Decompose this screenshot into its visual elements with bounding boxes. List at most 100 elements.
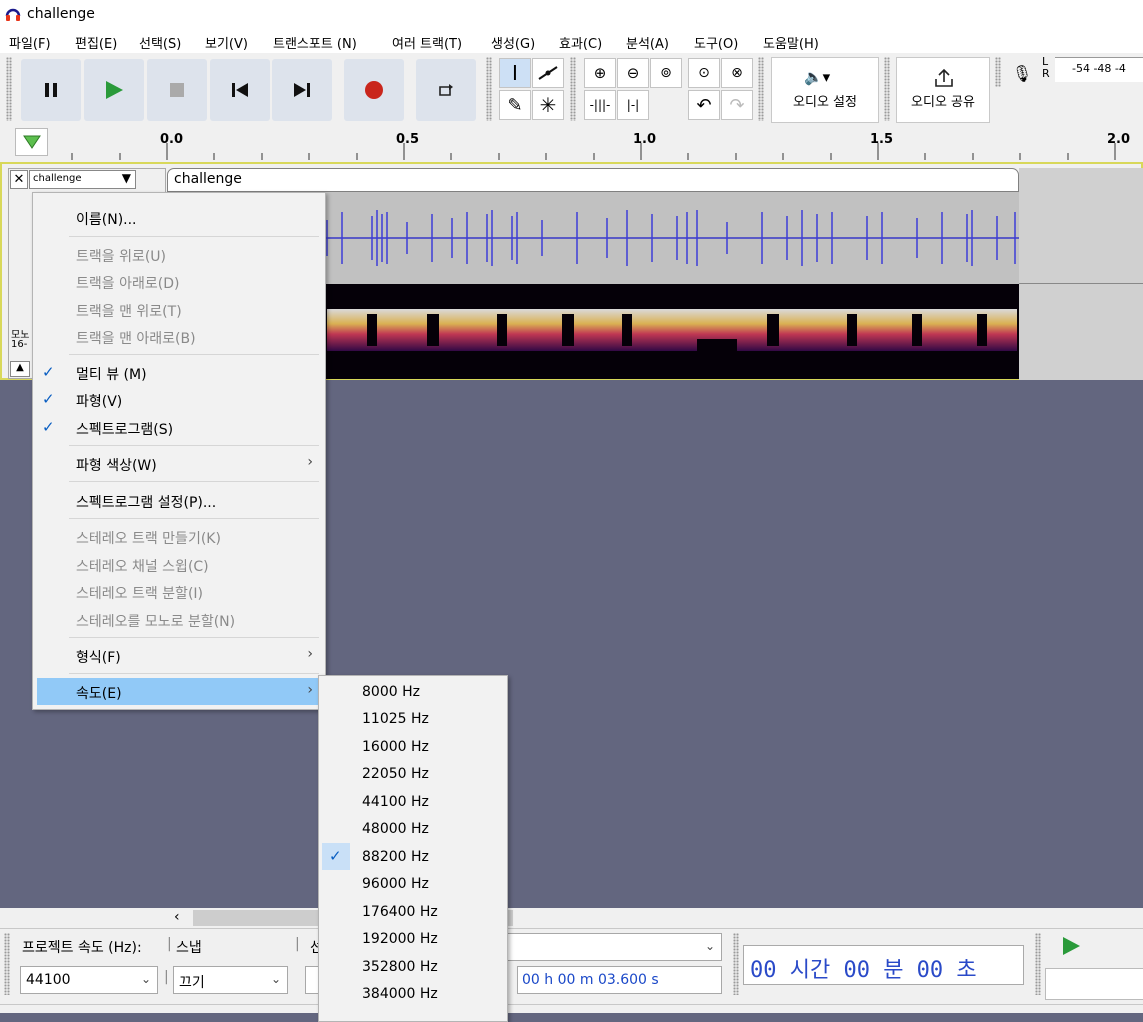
rate-option[interactable]: 48000 Hz [319,815,507,842]
menu-item-format[interactable]: 형식(F) › [33,642,325,669]
envelope-icon [538,66,558,80]
menu-item-label: 스테레오를 모노로 분할(N) [76,614,236,630]
record-button[interactable] [344,59,404,121]
menu-file[interactable]: 파일(F) [9,33,51,52]
selection-tool-button[interactable]: Ⅰ [499,58,531,88]
menu-item-multi-view[interactable]: ✓ 멀티 뷰 (M) [33,359,325,386]
menu-generate[interactable]: 생성(G) [491,33,535,52]
menu-item-split-stereo[interactable]: 스테레오 트랙 분할(I) [33,578,325,605]
zoom-out-button[interactable]: ⊖ [617,58,649,88]
project-rate-select[interactable]: 44100 ⌄ [20,966,158,994]
menu-item-make-stereo[interactable]: 스테레오 트랙 만들기(K) [33,523,325,550]
snap-label: 스냅 [176,940,202,956]
undo-button[interactable]: ↶ [688,90,720,120]
playback-speed-slider[interactable] [1045,968,1143,1000]
redo-button[interactable]: ↷ [721,90,753,120]
menu-effect[interactable]: 효과(C) [559,33,602,52]
toolbar-grip[interactable] [995,57,1001,87]
stop-button[interactable] [147,59,207,121]
menu-item-label: 스테레오 채널 스윕(C) [76,559,209,575]
record-meter-button[interactable]: 🎙 [1007,58,1037,88]
menu-item-label: 트랙을 맨 아래로(B) [76,331,196,347]
silence-selection-button[interactable]: |-| [617,90,649,120]
menu-item-rate[interactable]: 속도(E) › [37,678,321,705]
clip-title-bar[interactable]: challenge [167,168,1019,192]
chevron-down-icon: ⌄ [270,972,281,986]
record-meter[interactable]: -54 -48 -4 [1055,57,1143,82]
snap-select[interactable]: 끄기 ⌄ [173,966,288,994]
rate-option[interactable]: 96000 Hz [319,870,507,897]
pause-button[interactable] [21,59,81,121]
scroll-left-icon[interactable]: ‹ [174,909,180,925]
selection-mode-select[interactable]: ⌄ [505,933,722,961]
rate-option[interactable]: 16000 Hz [319,733,507,760]
menu-item-name[interactable]: 이름(N)... [33,204,325,231]
toolbar-grip[interactable] [570,57,576,121]
skip-to-end-button[interactable] [272,59,332,121]
track-menu-button[interactable]: challenge ▼ [29,170,136,189]
time-display-value: 00 시간 00 분 00 초 [750,958,977,983]
selection-end-field[interactable]: 00 h 00 m 03.600 s [517,966,722,994]
share-audio-button[interactable]: 오디오 공유 [896,57,990,123]
menu-select[interactable]: 선택(S) [139,33,181,52]
menu-item-wave-color[interactable]: 파형 색상(W) › [33,450,325,477]
menu-item-waveform[interactable]: ✓ 파형(V) [33,386,325,413]
selection-start-field[interactable] [305,966,319,994]
rate-option[interactable]: 176400 Hz [319,898,507,925]
horizontal-scrollbar[interactable]: ‹ [0,908,1143,928]
menu-item-spectrogram[interactable]: ✓ 스펙트로그램(S) [33,414,325,441]
menu-item-split-stereo-mono[interactable]: 스테레오를 모노로 분할(N) [33,606,325,633]
skip-to-start-button[interactable] [210,59,270,121]
time-display[interactable]: 00 시간 00 분 00 초 [743,945,1024,985]
menu-tracks[interactable]: 여러 트랙(T) [392,33,462,52]
menu-item-move-top[interactable]: 트랙을 맨 위로(T) [33,296,325,323]
menu-item-move-down[interactable]: 트랙을 아래로(D) [33,268,325,295]
play-button[interactable] [84,59,144,121]
toolbar-grip[interactable] [733,933,739,995]
menu-item-swap-channels[interactable]: 스테레오 채널 스윕(C) [33,551,325,578]
rate-option[interactable]: 8000 Hz [319,678,507,705]
multi-tool-button[interactable]: ✳ [532,90,564,120]
rate-option[interactable]: 22050 Hz [319,760,507,787]
zoom-in-button[interactable]: ⊕ [584,58,616,88]
menu-item-spectrogram-settings[interactable]: 스펙트로그램 설정(P)... [33,487,325,514]
rate-option[interactable]: 384000 Hz [319,980,507,1007]
rate-option-selected[interactable]: ✓ 88200 Hz [319,843,507,870]
menu-item-move-bottom[interactable]: 트랙을 맨 아래로(B) [33,323,325,350]
timeline-ruler[interactable]: 0.0 0.5 1.0 1.5 2.0 [0,125,1143,160]
rate-option[interactable]: 192000 Hz [319,925,507,952]
menu-transport[interactable]: 트랜스포트 (N) [273,33,357,52]
menu-analyze[interactable]: 분석(A) [626,33,669,52]
fit-selection-button[interactable]: ⊚ [650,58,682,88]
close-track-button[interactable]: ✕ [10,170,28,189]
draw-tool-button[interactable]: ✎ [499,90,531,120]
envelope-tool-button[interactable] [532,58,564,88]
play-at-speed-button[interactable] [1060,935,1090,961]
cursor-i-beam-icon: Ⅰ [512,61,518,85]
toolbar-grip[interactable] [4,933,10,995]
toolbar-grip[interactable] [6,57,12,121]
menu-edit[interactable]: 편집(E) [75,33,117,52]
trim-icon: -|||- [589,98,611,112]
menu-help[interactable]: 도움말(H) [763,33,819,52]
title-bar: challenge [0,0,1143,29]
loop-button[interactable] [416,59,476,121]
rate-option[interactable]: 44100 Hz [319,788,507,815]
zoom-toggle-button[interactable]: ⊗ [721,58,753,88]
audio-setup-button[interactable]: 🔈▾ 오디오 설정 [771,57,879,123]
toolbar-grip[interactable] [486,57,492,121]
menu-item-move-up[interactable]: 트랙을 위로(U) [33,241,325,268]
toolbar-grip[interactable] [1035,933,1041,995]
menu-view[interactable]: 보기(V) [205,33,248,52]
rate-option[interactable]: 11025 Hz [319,705,507,732]
fit-project-button[interactable]: ⊙ [688,58,720,88]
menu-tools[interactable]: 도구(O) [694,33,738,52]
microphone-icon: 🎙 [1011,63,1033,83]
collapse-track-button[interactable]: ▲ [10,361,30,377]
toolbar-grip[interactable] [758,57,764,121]
track-empty-region[interactable] [1019,168,1143,380]
toolbar-grip[interactable] [884,57,890,121]
rate-option[interactable]: 352800 Hz [319,953,507,980]
trim-outside-button[interactable]: -|||- [584,90,616,120]
menu-item-label: 멀티 뷰 (M) [76,367,147,383]
